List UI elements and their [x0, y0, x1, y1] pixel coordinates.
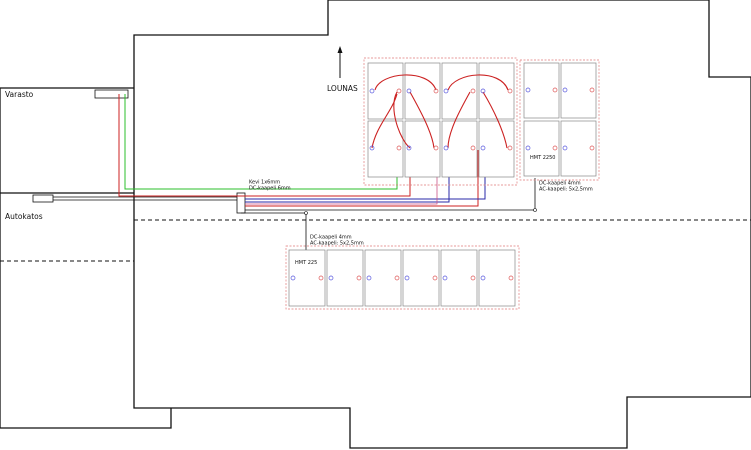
- south-cable-label-2: AC-kaapeli: 5x2,5mm: [310, 241, 364, 247]
- east-cable-label-2: AC-kaapeli: 5x2,5mm: [539, 187, 593, 193]
- panel-s-6: [478, 249, 516, 307]
- east-ac-cable: [245, 178, 536, 211]
- inverter-label-south: HMT 225: [295, 260, 317, 266]
- panel-s-1: [288, 249, 326, 307]
- room-label-storage: Varasto: [5, 90, 34, 99]
- carport-feed-cable: [53, 196, 237, 201]
- annex-building-outline: [0, 87, 172, 429]
- panel-e-1: [523, 62, 560, 119]
- storage-junction-box: [94, 89, 129, 99]
- solar-layout-diagram: Varasto Autokatos LOUNAS Kevi 1x6mm DC-k…: [0, 0, 751, 449]
- panel-w-1: [367, 62, 404, 120]
- panel-s-2: [326, 249, 364, 307]
- panel-w-4: [478, 62, 515, 120]
- panel-w-8: [478, 120, 515, 178]
- panel-e-4: [560, 120, 597, 177]
- panel-e-3: [523, 120, 560, 177]
- panel-s-5: [440, 249, 478, 307]
- panel-s-3: [364, 249, 402, 307]
- inverter-label-east: HMT 2250: [530, 155, 555, 161]
- panel-w-6: [404, 120, 441, 178]
- cable-node-east: [533, 208, 537, 212]
- compass-label: LOUNAS: [327, 84, 358, 93]
- panel-w-5: [367, 120, 404, 178]
- main-cable-label-2: DC-kaapeli 6mm: [249, 186, 291, 192]
- room-label-carport: Autokatos: [5, 212, 43, 221]
- west-array-panels: [367, 62, 515, 178]
- panel-w-7: [441, 120, 478, 178]
- compass-arrow-icon: [337, 46, 343, 53]
- green-ground-cable: [124, 94, 398, 190]
- panel-w-2: [404, 62, 441, 120]
- panel-s-4: [402, 249, 440, 307]
- carport-junction-box: [32, 194, 54, 203]
- panel-e-2: [560, 62, 597, 119]
- cable-node-south: [304, 211, 308, 215]
